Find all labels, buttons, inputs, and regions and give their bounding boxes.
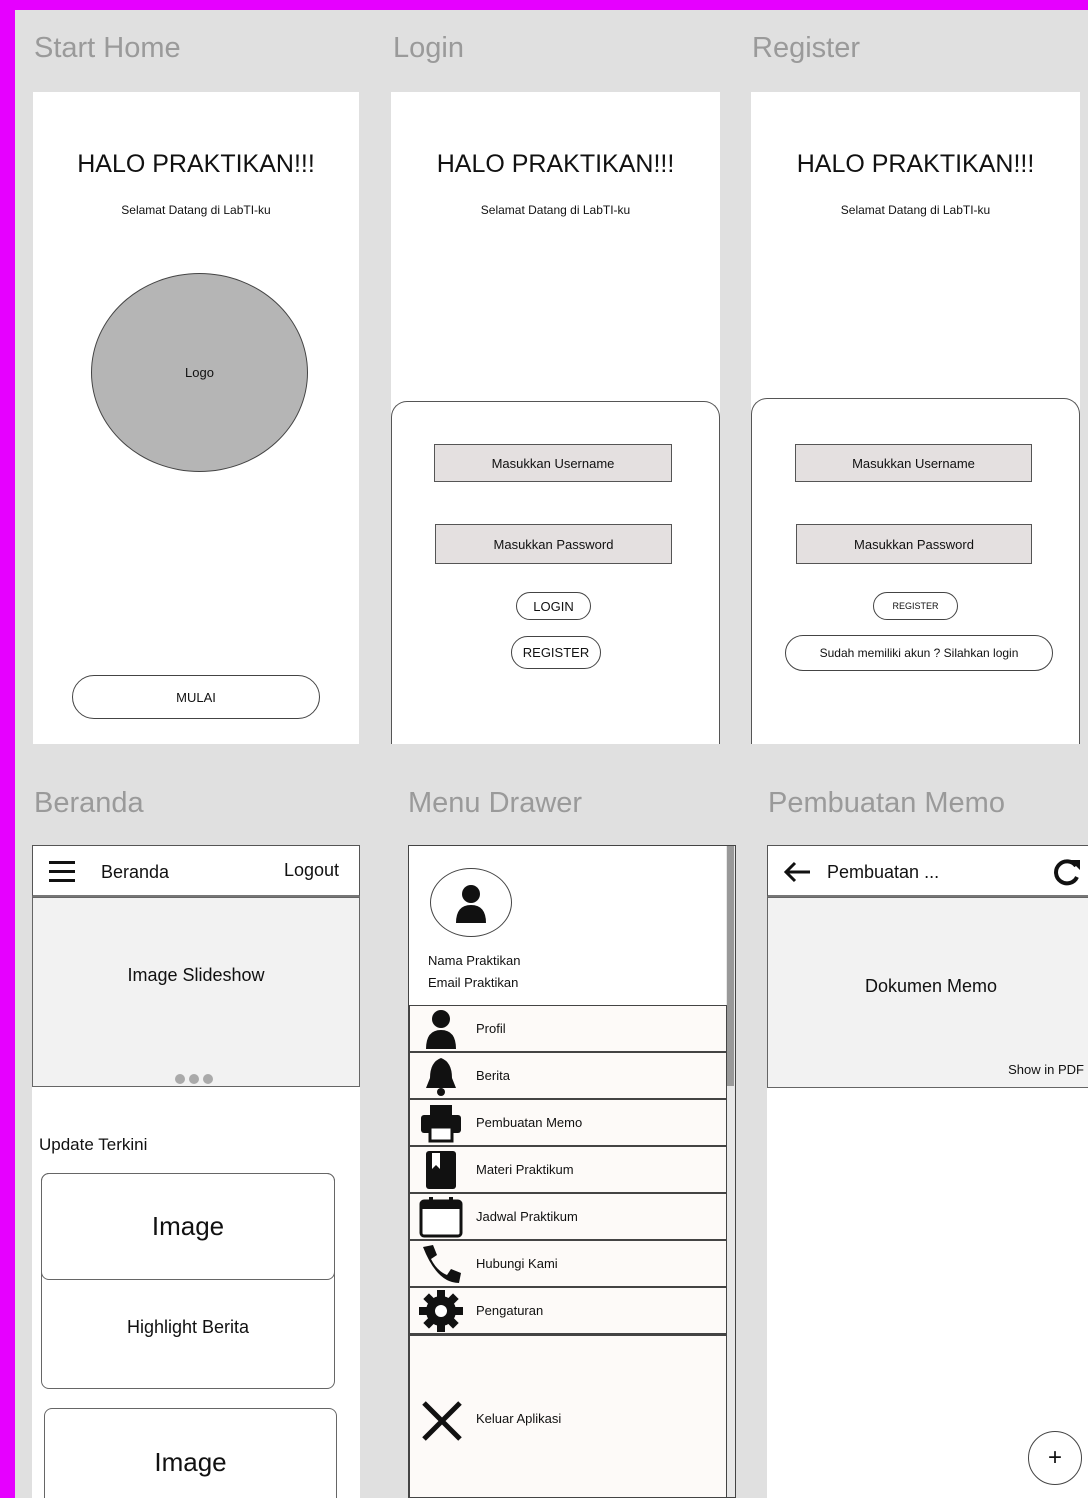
- greeting-subtitle: Selamat Datang di LabTI-ku: [121, 203, 271, 217]
- greeting-title: HALO PRAKTIKAN!!!: [436, 150, 675, 178]
- drawer-item-label: Materi Praktikum: [476, 1162, 574, 1177]
- beranda-app-bar: Beranda Logout: [32, 845, 360, 897]
- app-bar-title: Pembuatan ...: [827, 862, 940, 882]
- section-label-menu-drawer: Menu Drawer: [408, 787, 583, 819]
- greeting-subtitle: Selamat Datang di LabTI-ku: [840, 203, 991, 217]
- greeting-title: HALO PRAKTIKAN!!!: [77, 150, 315, 178]
- refresh-icon[interactable]: [1052, 858, 1082, 886]
- book-icon: [418, 1147, 464, 1193]
- drawer-item-profil[interactable]: Profil: [409, 1005, 727, 1052]
- section-label-pembuatan-memo: Pembuatan Memo: [768, 787, 1005, 819]
- memo-screen: Pembuatan ... Dokumen Memo Show in PDF +: [767, 845, 1088, 1498]
- login-link-button[interactable]: Sudah memiliki akun ? Silahkan login: [785, 635, 1053, 671]
- section-label-register: Register: [752, 32, 860, 64]
- login-screen: HALO PRAKTIKAN!!! Selamat Datang di LabT…: [391, 92, 720, 744]
- news-card-text: Highlight Berita: [126, 1317, 250, 1337]
- avatar: [430, 868, 512, 937]
- drawer-item-label: Jadwal Praktikum: [476, 1209, 578, 1224]
- show-in-pdf-link[interactable]: Show in PDF: [1008, 1062, 1084, 1077]
- password-input[interactable]: Masukkan Password: [796, 524, 1032, 564]
- drawer-exit-label: Keluar Aplikasi: [476, 1411, 562, 1426]
- image-slideshow[interactable]: Image Slideshow: [32, 897, 360, 1087]
- section-label-login: Login: [393, 32, 464, 64]
- drawer-item-label: Hubungi Kami: [476, 1256, 558, 1271]
- app-bar-title: Beranda: [101, 862, 170, 882]
- drawer-item-label: Profil: [476, 1021, 506, 1036]
- frame-border-top: [0, 0, 1088, 10]
- news-card-2[interactable]: Image: [44, 1408, 337, 1498]
- drawer-item-hubungi-kami[interactable]: Hubungi Kami: [409, 1240, 727, 1287]
- password-input[interactable]: Masukkan Password: [435, 524, 672, 564]
- username-input[interactable]: Masukkan Username: [795, 444, 1032, 482]
- section-label-start-home: Start Home: [34, 32, 181, 64]
- register-button[interactable]: REGISTER: [873, 592, 958, 620]
- gear-icon: [418, 1288, 464, 1334]
- register-screen: HALO PRAKTIKAN!!! Selamat Datang di LabT…: [751, 92, 1080, 744]
- phone-icon: [418, 1241, 464, 1287]
- greeting-title: HALO PRAKTIKAN!!!: [796, 150, 1035, 178]
- slideshow-label: Image Slideshow: [127, 965, 265, 985]
- start-button[interactable]: MULAI: [72, 675, 320, 719]
- drawer-user-name: Nama Praktikan: [428, 953, 521, 968]
- login-button[interactable]: LOGIN: [516, 592, 591, 620]
- update-heading: Update Terkini: [39, 1135, 148, 1154]
- drawer-item-label: Pengaturan: [476, 1303, 544, 1318]
- logo-placeholder: Logo: [91, 273, 308, 472]
- user-icon: [418, 1006, 464, 1052]
- drawer-item-label: Berita: [476, 1068, 510, 1083]
- close-icon: [422, 1401, 462, 1441]
- greeting-subtitle: Selamat Datang di LabTI-ku: [480, 203, 631, 217]
- calendar-icon: [418, 1194, 464, 1240]
- drawer-item-pengaturan[interactable]: Pengaturan: [409, 1287, 727, 1334]
- slideshow-dots: [175, 1074, 213, 1084]
- logout-button[interactable]: Logout: [284, 860, 339, 881]
- drawer-scrollbar[interactable]: [727, 846, 734, 1086]
- memo-document-label: Dokumen Memo: [864, 976, 998, 996]
- news-card[interactable]: Image Highlight Berita: [41, 1173, 335, 1389]
- memo-app-bar: Pembuatan ...: [767, 845, 1088, 897]
- start-home-screen: HALO PRAKTIKAN!!! Selamat Datang di LabT…: [33, 92, 359, 744]
- drawer-item-jadwal-praktikum[interactable]: Jadwal Praktikum: [409, 1193, 727, 1240]
- drawer-item-materi-praktikum[interactable]: Materi Praktikum: [409, 1146, 727, 1193]
- drawer-user-email: Email Praktikan: [428, 975, 519, 990]
- news-card-2-image: Image: [154, 1447, 227, 1477]
- menu-drawer-screen: Nama Praktikan Email Praktikan Profil Be…: [408, 845, 736, 1498]
- drawer-exit-item[interactable]: Keluar Aplikasi: [409, 1334, 727, 1497]
- beranda-screen: Beranda Logout Image Slideshow Update Te…: [32, 845, 360, 1498]
- bell-icon: [418, 1053, 464, 1099]
- hamburger-menu-icon[interactable]: [49, 861, 75, 883]
- user-icon: [456, 884, 486, 923]
- frame-border-left: [0, 0, 15, 1498]
- register-button[interactable]: REGISTER: [511, 636, 601, 669]
- printer-icon: [418, 1100, 464, 1146]
- drawer-item-pembuatan-memo[interactable]: Pembuatan Memo: [409, 1099, 727, 1146]
- drawer-item-label: Pembuatan Memo: [476, 1115, 583, 1130]
- username-input[interactable]: Masukkan Username: [434, 444, 672, 482]
- memo-document-preview[interactable]: Dokumen Memo Show in PDF: [767, 897, 1088, 1088]
- add-fab-button[interactable]: +: [1028, 1431, 1082, 1485]
- drawer-item-berita[interactable]: Berita: [409, 1052, 727, 1099]
- section-label-beranda: Beranda: [34, 787, 144, 819]
- news-card-image: Image: [41, 1173, 335, 1280]
- back-arrow-icon[interactable]: [782, 860, 812, 884]
